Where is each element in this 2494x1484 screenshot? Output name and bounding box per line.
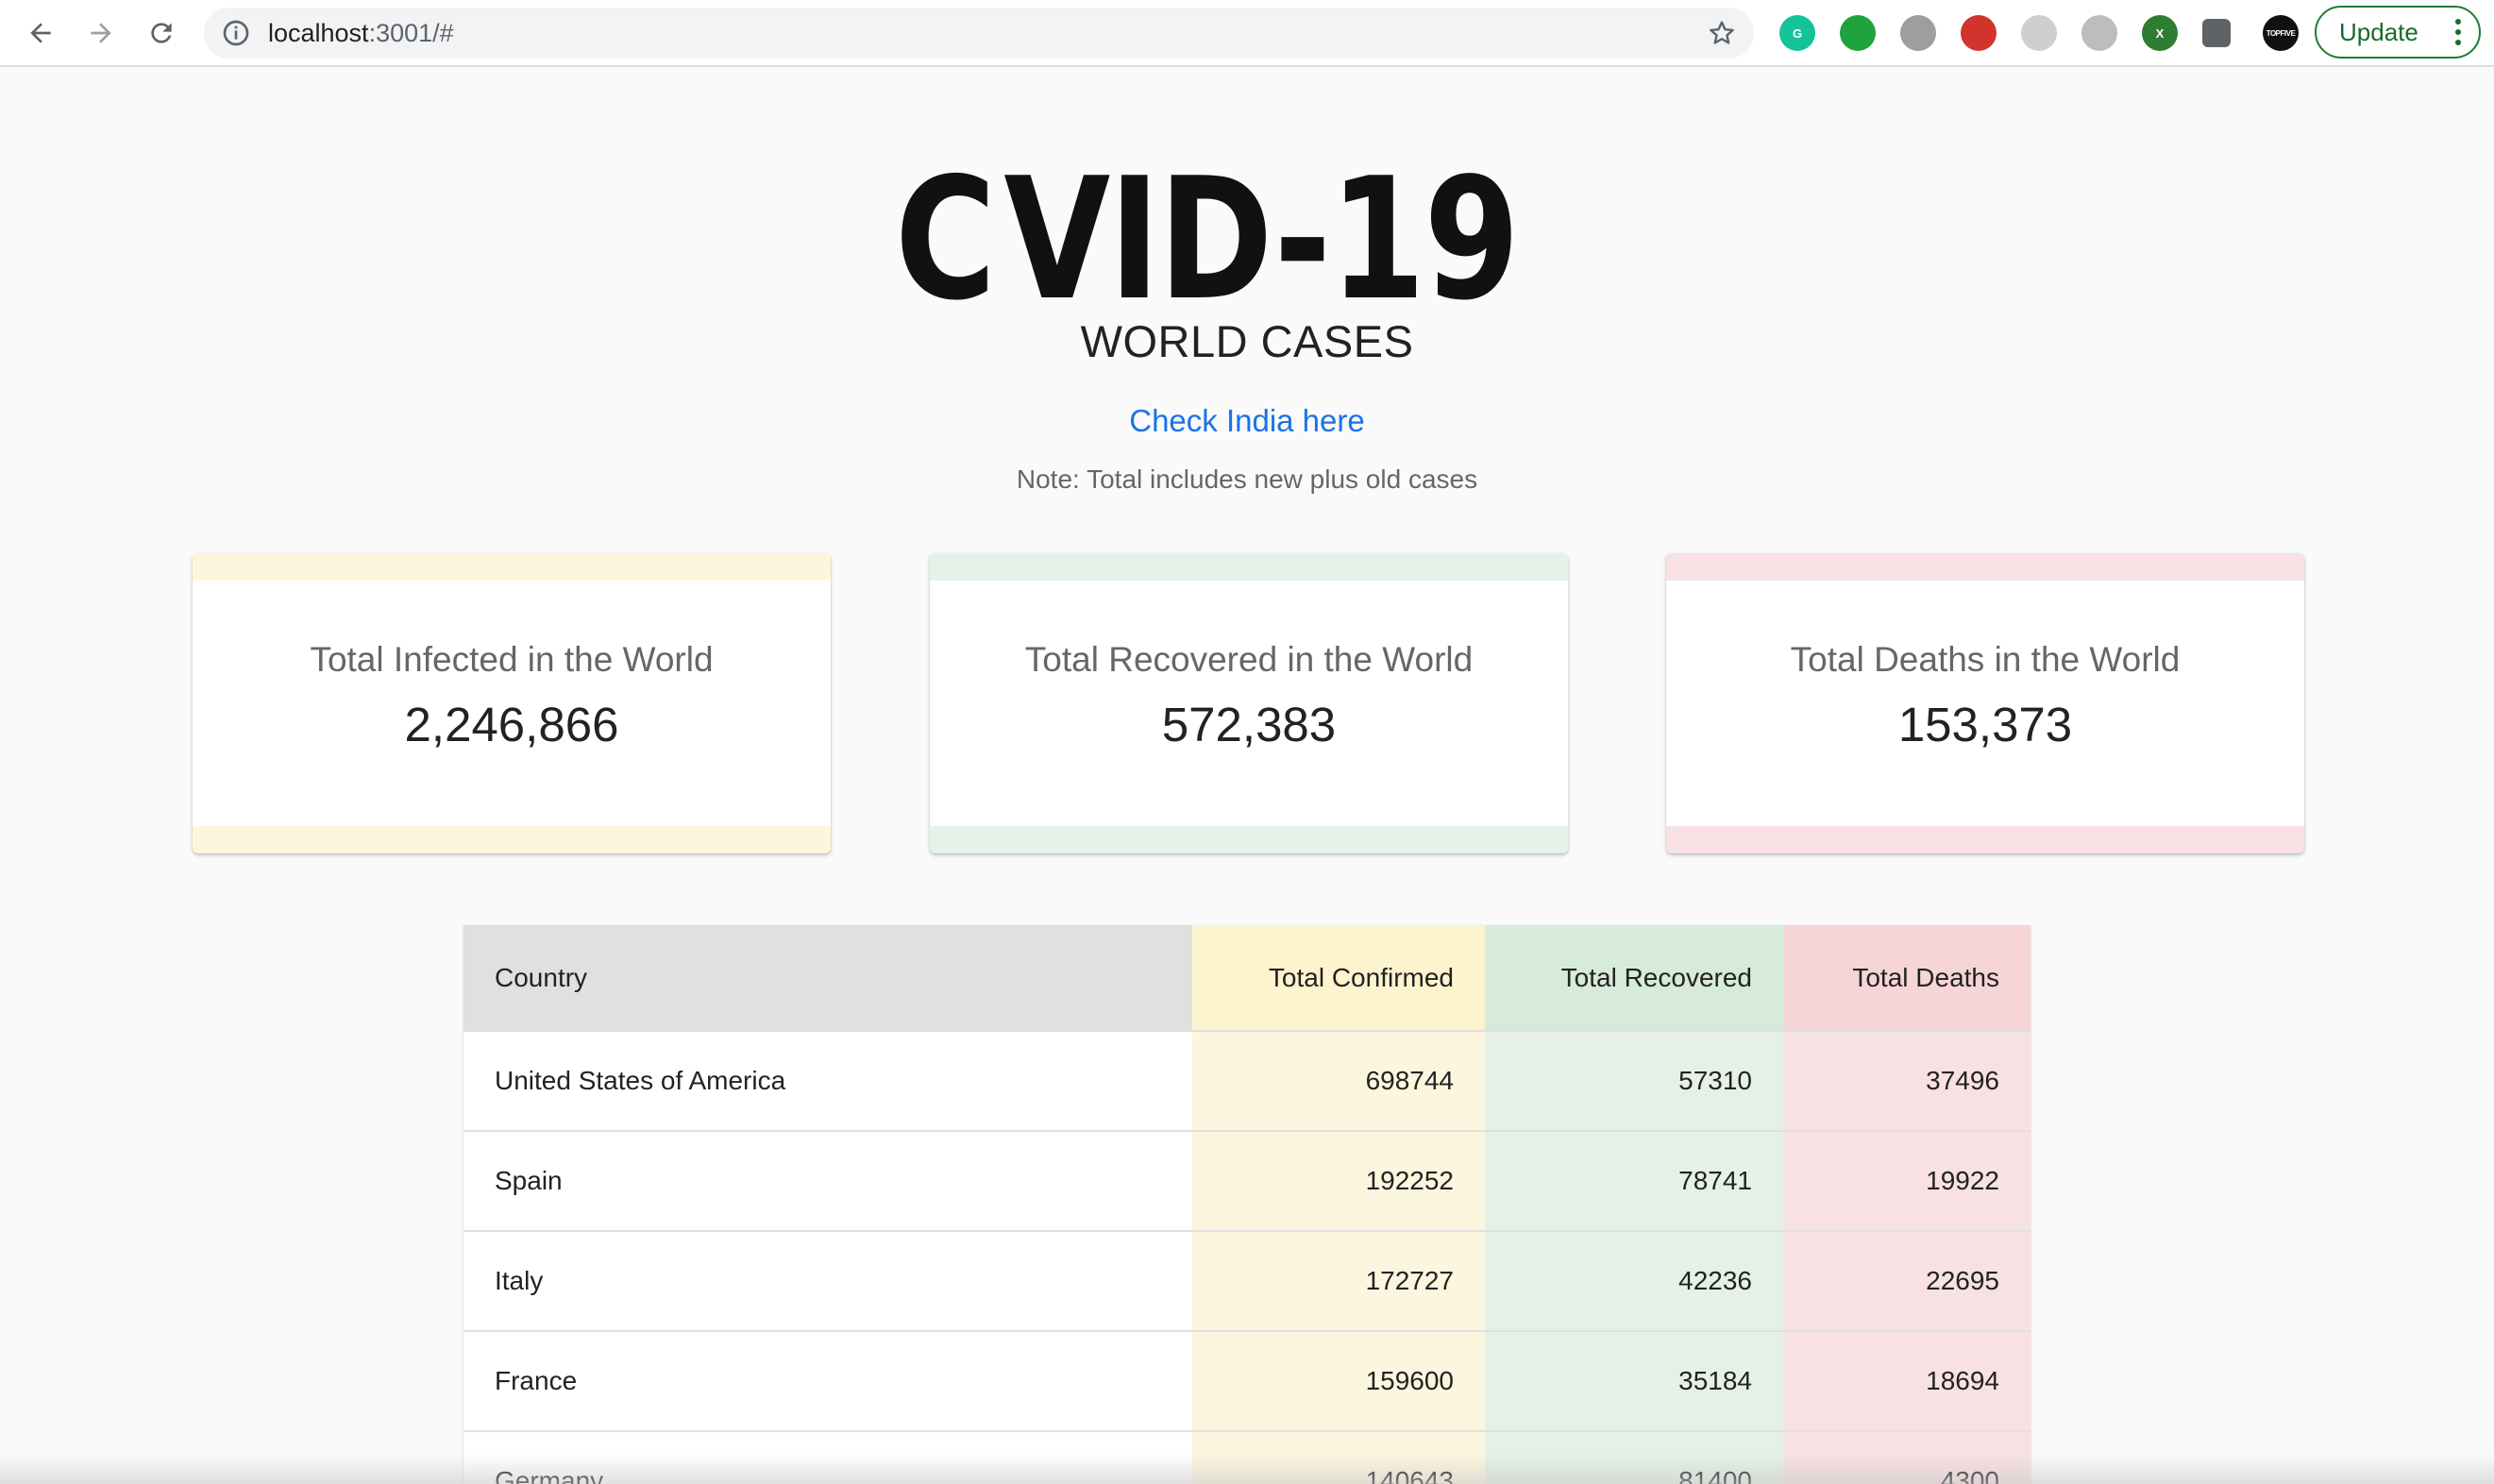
table-row: United States of America 698744 57310 37… — [463, 1031, 2031, 1132]
forward-button[interactable] — [79, 11, 123, 55]
card-title: Total Recovered in the World — [1024, 640, 1474, 679]
address-bar[interactable]: localhost:3001/# — [204, 8, 1754, 59]
puzzle-extensions-icon[interactable] — [2202, 19, 2231, 47]
logo-letters-vid19: VID-19 — [1003, 142, 1520, 337]
url-host: localhost — [268, 19, 369, 47]
cell-deaths: 19922 — [1783, 1131, 2031, 1232]
card-title: Total Infected in the World — [310, 640, 714, 679]
cell-country: United States of America — [463, 1031, 1192, 1132]
card-total-infected: Total Infected in the World 2,246,866 — [193, 553, 831, 853]
card-band-top — [1666, 553, 2304, 581]
cell-recovered: 35184 — [1485, 1331, 1783, 1432]
gray-circle-extension-icon[interactable] — [2081, 15, 2117, 51]
back-button[interactable] — [19, 11, 62, 55]
browser-toolbar: localhost:3001/# G X TOPFIVE Update — [0, 0, 2494, 67]
reload-icon — [151, 23, 172, 43]
arrow-left-icon — [30, 23, 51, 43]
cell-country: Spain — [463, 1131, 1192, 1232]
table-row: Germany 140643 81400 4300 — [463, 1431, 2031, 1484]
update-label: Update — [2339, 17, 2418, 46]
reload-button[interactable] — [140, 11, 183, 55]
country-table: Country Total Confirmed Total Recovered … — [463, 925, 2031, 1484]
note-text: Note: Total includes new plus old cases — [1016, 464, 1478, 494]
logo-letter-c: C — [895, 142, 996, 337]
card-total-recovered: Total Recovered in the World 572,383 — [930, 553, 1568, 853]
update-button[interactable]: Update — [2315, 6, 2481, 59]
page-subtitle: WORLD CASES — [1080, 316, 1414, 366]
header-total-recovered[interactable]: Total Recovered — [1485, 925, 1783, 1032]
cell-confirmed: 159600 — [1192, 1331, 1485, 1432]
cell-recovered: 57310 — [1485, 1031, 1783, 1132]
header-total-confirmed[interactable]: Total Confirmed — [1192, 925, 1485, 1032]
card-band-bottom — [930, 826, 1568, 853]
card-value: 572,383 — [1161, 698, 1337, 751]
url-path: :3001/# — [368, 19, 454, 47]
url-text[interactable]: localhost:3001/# — [268, 8, 454, 59]
cell-country: France — [463, 1331, 1192, 1432]
android-extension-icon[interactable] — [1900, 15, 1936, 51]
camera-extension-icon[interactable] — [2021, 15, 2057, 51]
cell-recovered: 78741 — [1485, 1131, 1783, 1232]
table-row: Spain 192252 78741 19922 — [463, 1131, 2031, 1232]
cell-recovered: 81400 — [1485, 1431, 1783, 1484]
card-value: 2,246,866 — [404, 698, 619, 751]
green-x-extension-icon[interactable]: X — [2142, 15, 2178, 51]
cell-country: Italy — [463, 1231, 1192, 1332]
card-value: 153,373 — [1897, 698, 2073, 751]
header-country[interactable]: Country — [463, 925, 1192, 1032]
cell-confirmed: 698744 — [1192, 1031, 1485, 1132]
grammarly-extension-icon[interactable]: G — [1779, 15, 1815, 51]
arrow-right-icon — [91, 23, 111, 43]
card-band-bottom — [1666, 826, 2304, 853]
card-title: Total Deaths in the World — [1790, 640, 2181, 679]
table-row: France 159600 35184 18694 — [463, 1331, 2031, 1432]
card-total-deaths: Total Deaths in the World 153,373 — [1666, 553, 2304, 853]
header-total-deaths[interactable]: Total Deaths — [1783, 925, 2031, 1032]
info-icon[interactable] — [221, 18, 251, 48]
cell-confirmed: 140643 — [1192, 1431, 1485, 1484]
table-header-row: Country Total Confirmed Total Recovered … — [463, 925, 2031, 1032]
cell-recovered: 42236 — [1485, 1231, 1783, 1332]
cell-deaths: 22695 — [1783, 1231, 2031, 1332]
table-row: Italy 172727 42236 22695 — [463, 1231, 2031, 1332]
topfive-extension-icon[interactable]: TOPFIVE — [2263, 15, 2299, 51]
red-grid-extension-icon[interactable] — [1961, 15, 1997, 51]
cell-deaths: 4300 — [1783, 1431, 2031, 1484]
card-band-bottom — [193, 826, 831, 853]
cell-confirmed: 192252 — [1192, 1131, 1485, 1232]
more-menu-icon[interactable] — [2454, 19, 2462, 45]
bookmark-star-icon[interactable] — [1707, 18, 1737, 48]
card-band-top — [930, 553, 1568, 581]
cell-deaths: 37496 — [1783, 1031, 2031, 1132]
covid-logo: C VID-19 — [895, 142, 1599, 337]
card-band-top — [193, 553, 831, 581]
cell-confirmed: 172727 — [1192, 1231, 1485, 1332]
cell-country: Germany — [463, 1431, 1192, 1484]
check-india-link[interactable]: Check India here — [0, 403, 2494, 439]
green-leaf-extension-icon[interactable] — [1840, 15, 1876, 51]
cell-deaths: 18694 — [1783, 1331, 2031, 1432]
